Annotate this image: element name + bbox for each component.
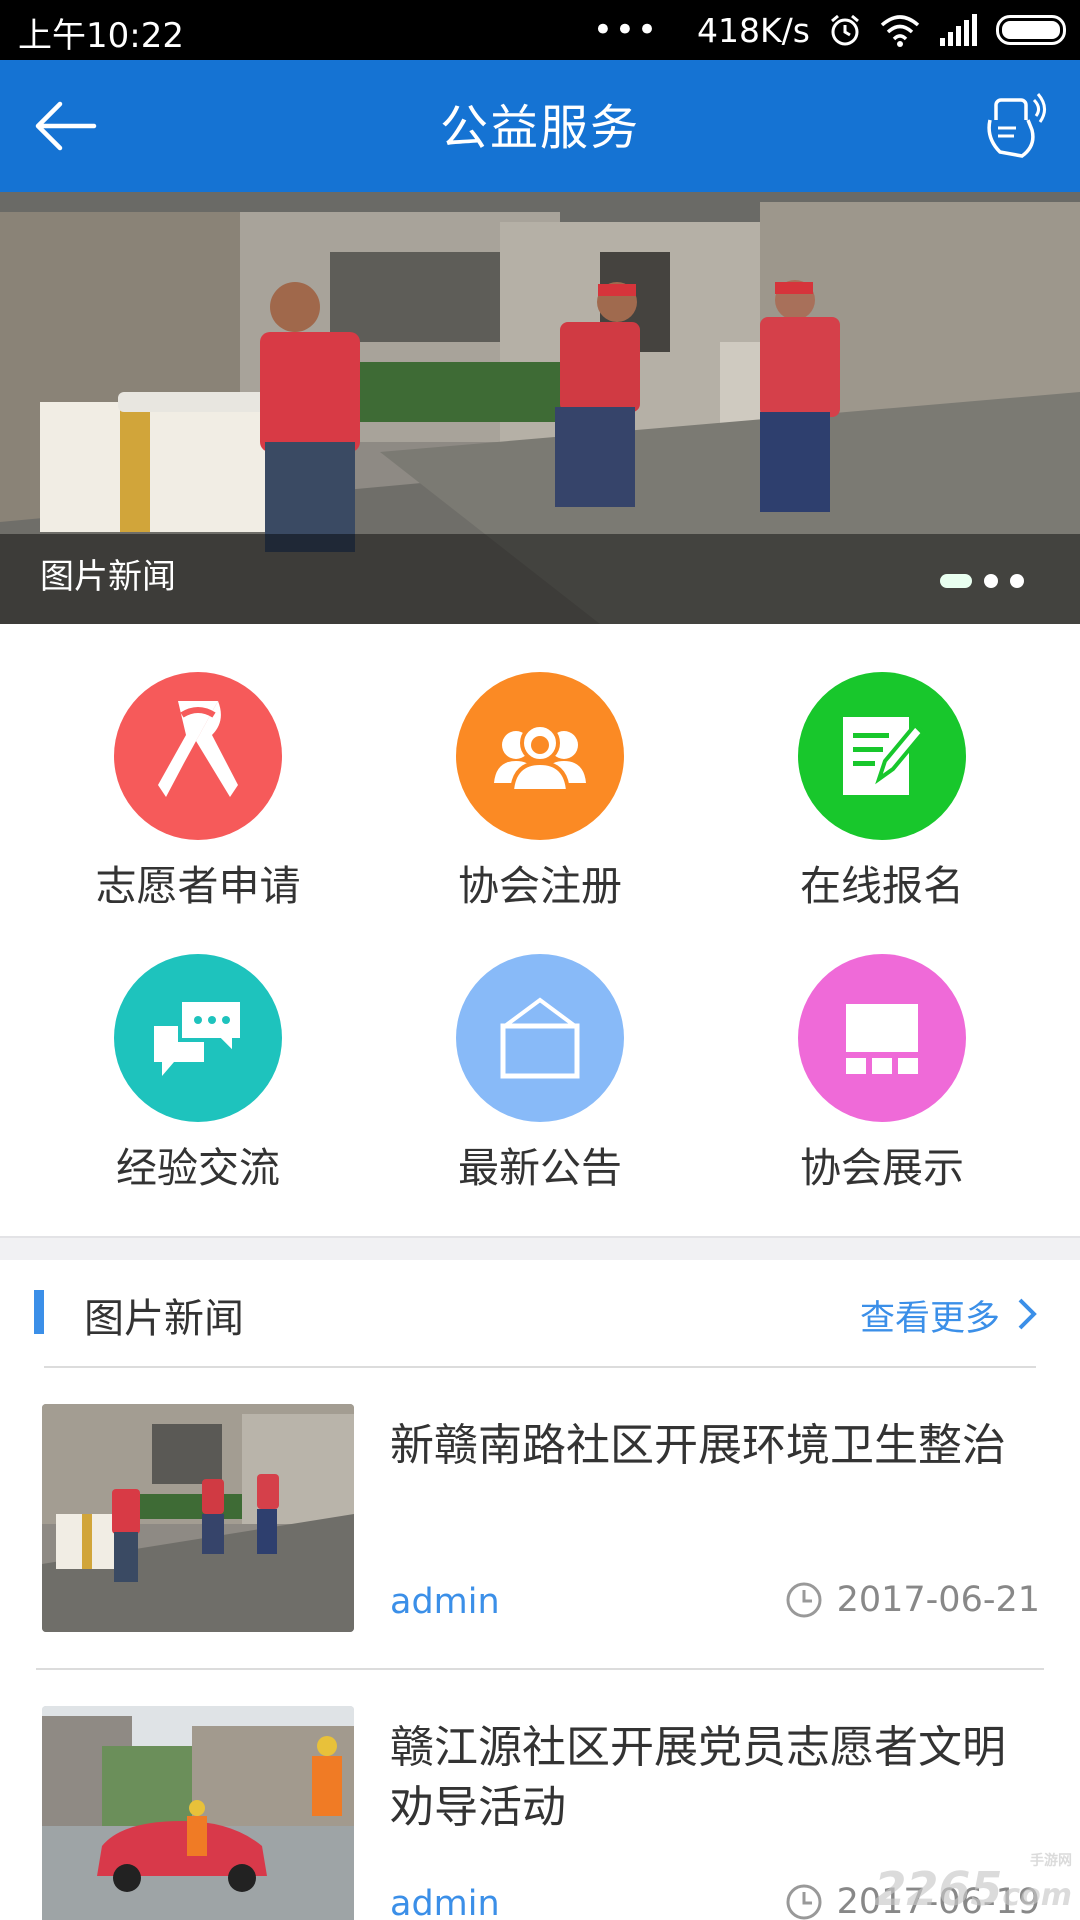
feature-experience-exchange[interactable]: 经验交流 xyxy=(18,954,378,1234)
app-bar: 公益服务 xyxy=(0,60,1080,192)
news-date: 2017-06-21 xyxy=(785,1580,1040,1620)
site-watermark: 手游网 2265com xyxy=(874,1850,1072,1916)
feature-label: 志愿者申请 xyxy=(95,862,301,910)
hand-phone-icon[interactable] xyxy=(976,90,1050,164)
divider xyxy=(36,1668,1044,1670)
page-title: 公益服务 xyxy=(439,100,640,156)
watermark-domain: com xyxy=(1002,1878,1072,1913)
section-marker xyxy=(34,1290,44,1334)
news-date-text: 2017-06-21 xyxy=(836,1580,1040,1620)
status-icons: ••• 418K/s xyxy=(593,6,1066,54)
network-speed: 418K/s xyxy=(697,10,810,50)
feature-label: 最新公告 xyxy=(458,1144,622,1192)
news-headline[interactable]: 赣江源社区开展党员志愿者文明劝导活动 xyxy=(390,1718,1030,1838)
divider xyxy=(44,1366,1036,1368)
status-bar: 上午10:22 ••• 418K/s xyxy=(0,0,1080,60)
feature-online-signup[interactable]: 在线报名 xyxy=(702,672,1062,952)
feature-association-showcase[interactable]: 协会展示 xyxy=(702,954,1062,1234)
chat-bubbles-icon xyxy=(114,954,282,1122)
wifi-icon xyxy=(880,15,920,47)
carousel-dot xyxy=(984,574,998,588)
battery-icon xyxy=(996,15,1066,45)
chevron-right-icon[interactable] xyxy=(1012,1294,1042,1334)
news-author: admin xyxy=(390,1884,500,1920)
banner-caption: 图片新闻 xyxy=(40,557,176,597)
notice-board-icon xyxy=(456,954,624,1122)
feature-association-register[interactable]: 协会注册 xyxy=(360,672,720,952)
news-author: admin xyxy=(390,1582,500,1622)
carousel-indicator xyxy=(940,574,1024,588)
feature-label: 经验交流 xyxy=(116,1144,280,1192)
news-thumbnail xyxy=(42,1404,354,1632)
feature-volunteer-apply[interactable]: 志愿者申请 xyxy=(18,672,378,952)
news-item[interactable]: 新赣南路社区开展环境卫生整治 admin 2017-06-21 xyxy=(0,1404,1080,1704)
news-headline[interactable]: 新赣南路社区开展环境卫生整治 xyxy=(390,1416,1030,1476)
section-title: 图片新闻 xyxy=(84,1296,244,1342)
feature-label: 协会展示 xyxy=(800,1144,964,1192)
news-thumbnail xyxy=(42,1706,354,1920)
display-board-icon xyxy=(798,954,966,1122)
alarm-icon xyxy=(831,14,859,46)
status-time: 上午10:22 xyxy=(18,16,184,56)
image-carousel[interactable]: 图片新闻 xyxy=(0,192,1080,624)
watermark-brand: 2265 xyxy=(874,1862,1003,1916)
section-divider xyxy=(0,1236,1080,1260)
section-header: 图片新闻 查看更多 xyxy=(0,1260,1080,1370)
feature-label: 在线报名 xyxy=(800,862,964,910)
clock-icon xyxy=(786,1582,822,1618)
feature-latest-notice[interactable]: 最新公告 xyxy=(360,954,720,1234)
ribbon-icon xyxy=(114,672,282,840)
signal-icon xyxy=(940,14,977,46)
more-notifications-icon: ••• xyxy=(592,10,660,50)
carousel-dot xyxy=(940,574,972,588)
feature-label: 协会注册 xyxy=(458,862,622,910)
people-group-icon xyxy=(456,672,624,840)
feature-grid: 志愿者申请 协会注册 在线报名 经验交流 最新公告 协会展示 xyxy=(0,624,1080,1234)
edit-note-icon xyxy=(798,672,966,840)
carousel-dot xyxy=(1010,574,1024,588)
clock-icon xyxy=(786,1884,822,1920)
view-more-link[interactable]: 查看更多 xyxy=(860,1290,1000,1341)
